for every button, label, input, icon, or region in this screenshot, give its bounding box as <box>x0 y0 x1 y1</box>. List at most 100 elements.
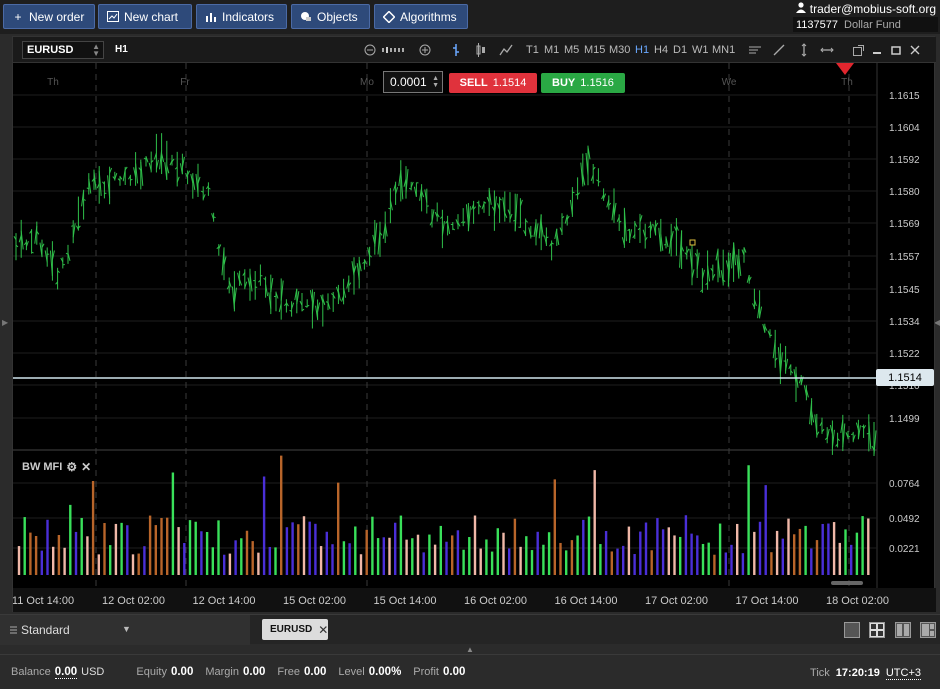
close-icon[interactable] <box>907 41 923 59</box>
time-tick-label: 15 Oct 14:00 <box>374 595 437 607</box>
timeframe-m1[interactable]: M1 <box>544 44 559 56</box>
split-layout-icon[interactable] <box>920 622 936 638</box>
single-layout-icon[interactable] <box>844 622 860 638</box>
chart-window: EURUSD ▲ ▼ H1 T1 M1 M5 M15 M30 H1 H4 D1 W… <box>12 36 936 612</box>
zoom-slider-icon[interactable] <box>380 41 410 59</box>
order-marker <box>689 239 696 246</box>
profit-stat: Profit 0.00 <box>413 666 465 678</box>
price-bar-close <box>546 236 549 239</box>
spread-spinner-icon[interactable]: ▲ ▼ <box>432 75 439 89</box>
buy-button[interactable]: BUY 1.1516 <box>541 73 625 93</box>
indicator-tick-label: 0.0221 <box>889 544 920 555</box>
symbol-selector[interactable]: EURUSD ▲ ▼ <box>22 41 104 59</box>
time-tick-label: 18 Oct 02:00 <box>826 595 889 607</box>
spread-input[interactable]: 0.0001 ▲ ▼ <box>383 71 443 93</box>
new-chart-button[interactable]: New chart <box>98 4 192 29</box>
candle-chart-type-icon[interactable] <box>473 41 489 59</box>
timeframe-m30[interactable]: M30 <box>609 44 630 56</box>
indicator-tick-label: 0.0492 <box>889 514 920 525</box>
tick-clock: Tick 17:20:19 UTC+3 <box>810 667 921 680</box>
trend-line-icon[interactable] <box>771 41 787 59</box>
algorithms-button[interactable]: Algorithms <box>374 4 468 29</box>
timeframe-d1[interactable]: D1 <box>673 44 687 56</box>
margin-stat: Margin 0.00 <box>205 666 265 678</box>
account-panel[interactable]: trader@mobius-soft.org 1137577 Dollar Fu… <box>793 1 938 32</box>
currency: USD <box>81 665 105 678</box>
popout-icon[interactable] <box>850 41 866 59</box>
timeframe-label: H1 <box>115 44 128 55</box>
maximize-icon[interactable] <box>888 41 904 59</box>
time-tick-label: 12 Oct 02:00 <box>102 595 165 607</box>
margin-value: 0.00 <box>242 666 266 678</box>
top-toolbar: + New order New chart Indicators Objects… <box>0 0 940 34</box>
price-bar-close <box>130 178 133 181</box>
bar-chart-type-icon[interactable] <box>448 41 464 59</box>
balance-stat: Balance 0.00 USD <box>11 666 104 679</box>
level-label: Level <box>338 666 365 678</box>
price-bar-open <box>325 301 329 303</box>
balance-label: Balance <box>11 665 51 678</box>
zoom-in-icon[interactable] <box>417 41 433 59</box>
price-bar-close <box>598 181 601 183</box>
layout-selector[interactable]: Standard ▼ <box>0 615 250 645</box>
equity-label: Equity <box>136 666 167 678</box>
time-tick-label: 16 Oct 02:00 <box>464 595 527 607</box>
level-stat: Level 0.00% <box>338 666 401 678</box>
equity-value: 0.00 <box>170 666 194 678</box>
line-chart-type-icon[interactable] <box>498 41 514 59</box>
time-tick-label: 16 Oct 14:00 <box>555 595 618 607</box>
alert-marker <box>836 63 854 75</box>
free-value: 0.00 <box>304 666 327 678</box>
new-order-label: New order <box>29 9 85 24</box>
price-chart[interactable]: 1.1615 1.1604 1.1592 1.1580 1.1569 1.1557 1.15… <box>13 63 936 612</box>
account-id: 1137577 <box>796 18 839 31</box>
collapse-up-icon[interactable]: ▲ <box>466 645 474 654</box>
vertical-line-icon[interactable] <box>796 41 812 59</box>
day-label: Th <box>47 77 59 88</box>
account-fund: Dollar Fund <box>844 18 901 31</box>
price-bar-close <box>572 191 575 194</box>
free-label: Free <box>277 666 300 678</box>
tab-symbol: EURUSD <box>270 624 313 635</box>
horizontal-lines-icon[interactable] <box>747 41 763 59</box>
horizontal-line-icon[interactable] <box>819 41 835 59</box>
timeframe-h4[interactable]: H4 <box>654 44 668 56</box>
indicator-close-icon[interactable]: ✕ <box>81 460 91 474</box>
new-chart-label: New chart <box>124 9 179 24</box>
user-icon <box>795 2 806 16</box>
profit-value: 0.00 <box>442 666 466 678</box>
left-collapse-arrow-icon[interactable]: ▶ <box>2 318 8 327</box>
time-tick-label: 15 Oct 02:00 <box>283 595 346 607</box>
timeframe-h1[interactable]: H1 <box>635 44 649 56</box>
tab-close-icon[interactable]: ✕ <box>318 623 328 637</box>
grid-layout-icon[interactable] <box>869 622 885 638</box>
timeframe-m15[interactable]: M15 <box>584 44 605 56</box>
buy-label: BUY <box>552 77 576 89</box>
profit-label: Profit <box>413 666 439 678</box>
balance-value[interactable]: 0.00 <box>54 666 78 679</box>
price-tick-label: 1.1615 <box>889 91 920 102</box>
price-tick-label: 1.1604 <box>889 123 920 134</box>
objects-button[interactable]: Objects <box>291 4 370 29</box>
sell-button[interactable]: SELL 1.1514 <box>449 73 537 93</box>
day-label: We <box>722 77 737 88</box>
timeframe-w1[interactable]: W1 <box>692 44 709 56</box>
chart-scrollbar <box>831 581 863 585</box>
timeframe-m5[interactable]: M5 <box>564 44 579 56</box>
timezone-selector[interactable]: UTC+3 <box>885 667 921 680</box>
columns-layout-icon[interactable] <box>895 622 911 638</box>
timeframe-mn1[interactable]: MN1 <box>712 44 735 56</box>
tab-eurusd[interactable]: EURUSD ✕ <box>262 619 328 640</box>
zoom-out-icon[interactable] <box>362 41 378 59</box>
price-tick-label: 1.1580 <box>889 187 920 198</box>
diamond-icon <box>383 10 395 23</box>
spinner-icon[interactable]: ▲ ▼ <box>92 43 100 58</box>
indicators-button[interactable]: Indicators <box>196 4 287 29</box>
price-bar-open <box>388 207 391 210</box>
gear-icon[interactable]: ⚙ <box>66 460 77 474</box>
margin-label: Margin <box>205 666 239 678</box>
timeframe-t1[interactable]: T1 <box>526 44 539 56</box>
new-order-button[interactable]: + New order <box>3 4 95 29</box>
price-bar-close <box>769 334 773 337</box>
minimize-icon[interactable] <box>869 41 885 59</box>
